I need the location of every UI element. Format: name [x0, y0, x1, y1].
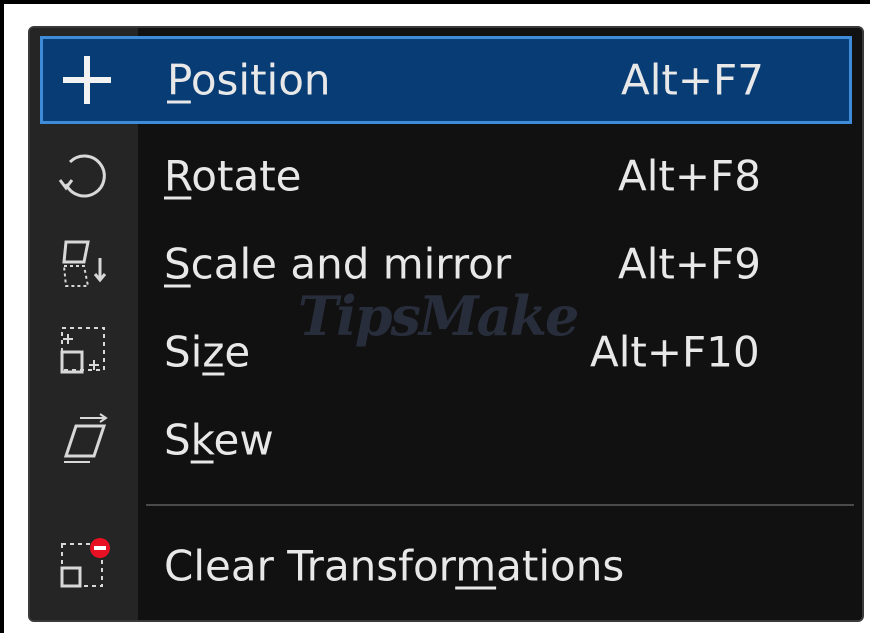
- menu-item-position[interactable]: Position Alt+F7: [40, 36, 852, 124]
- shortcut-text: Alt+F10: [590, 327, 760, 377]
- context-menu: Position Alt+F7 Rotate Alt+F8 Scale and …: [28, 26, 864, 622]
- clear-transformations-icon: [40, 522, 128, 610]
- scale-mirror-icon: [40, 220, 128, 308]
- menu-item-label: Skew: [164, 415, 274, 465]
- menu-item-clear-transformations[interactable]: Clear Transformations: [40, 522, 852, 610]
- menu-item-label: Scale and mirror: [164, 239, 512, 289]
- menu-item-rotate[interactable]: Rotate Alt+F8: [40, 132, 852, 220]
- menu-item-label: Size: [164, 327, 251, 377]
- shortcut-text: Alt+F8: [618, 151, 761, 201]
- size-icon: [40, 308, 128, 396]
- move-cross-icon: [43, 39, 131, 121]
- shortcut-text: Alt+F7: [621, 55, 764, 105]
- frame-border-left: [0, 0, 4, 633]
- shortcut-text: Alt+F9: [618, 239, 761, 289]
- menu-item-label: Position: [167, 55, 331, 105]
- skew-icon: [40, 396, 128, 484]
- menu-item-label: Clear Transformations: [164, 541, 625, 591]
- menu-item-label: Rotate: [164, 151, 302, 201]
- frame-border-top: [0, 0, 870, 4]
- watermark: TipsMake: [298, 284, 579, 348]
- menu-item-skew[interactable]: Skew: [40, 396, 852, 484]
- menu-separator: [146, 504, 854, 506]
- rotate-icon: [40, 132, 128, 220]
